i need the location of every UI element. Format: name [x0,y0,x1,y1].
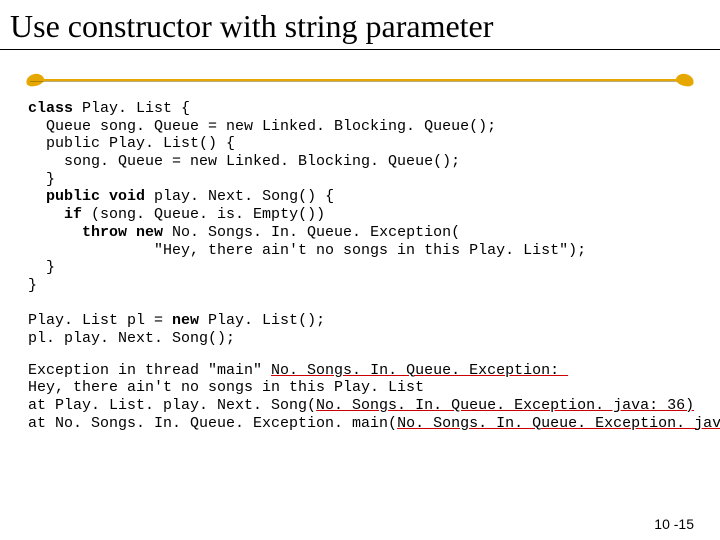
slide-number: 10 -15 [654,516,694,532]
kw-throw-new: throw new [82,224,163,241]
code-block: class Play. List { Queue song. Queue = n… [28,100,692,348]
console-output: Exception in thread "main" No. Songs. In… [28,362,692,433]
exception-class: No. Songs. In. Queue. Exception: [271,362,568,379]
kw-if: if [64,206,82,223]
stack-frame-1: No. Songs. In. Queue. Exception. java: 3… [316,397,694,414]
stack-frame-2: No. Songs. In. Queue. Exception. java: 1… [397,415,720,432]
kw-new: new [172,312,199,329]
ornate-divider [0,54,720,94]
kw-public-void: public void [46,188,145,205]
slide-title: Use constructor with string parameter [0,0,720,50]
kw-class: class [28,100,73,117]
